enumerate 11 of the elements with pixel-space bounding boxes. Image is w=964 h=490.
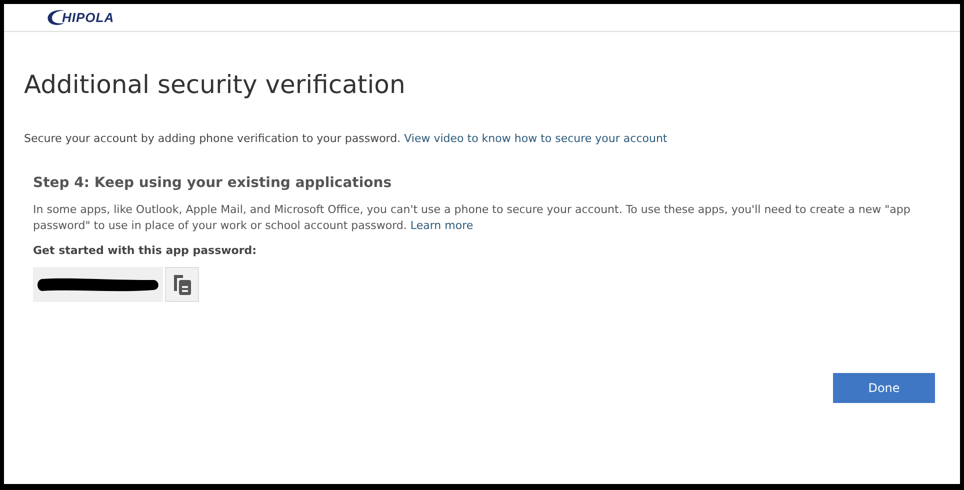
video-link[interactable]: View video to know how to secure your account xyxy=(404,132,668,145)
intro-text: Secure your account by adding phone verification to your password. View video to know how to secure your account xyxy=(24,132,668,145)
step-heading: Step 4: Keep using your existing applications xyxy=(33,175,393,191)
logo-text: HIPOLA xyxy=(62,10,114,25)
page-title: Additional security verification xyxy=(24,70,406,99)
done-button[interactable]: Done xyxy=(833,373,935,403)
step-description: In some apps, like Outlook, Apple Mail, and Microsoft Office, you can't use a phone to secure your account. To use these apps, you'll need to create a new "app password" to use in place of your work or school account password. Learn more xyxy=(33,202,912,234)
learn-more-link[interactable]: Learn more xyxy=(410,219,474,232)
copy-icon xyxy=(171,274,193,296)
copy-button[interactable] xyxy=(165,267,199,302)
password-label: Get started with this app password: xyxy=(33,244,258,257)
